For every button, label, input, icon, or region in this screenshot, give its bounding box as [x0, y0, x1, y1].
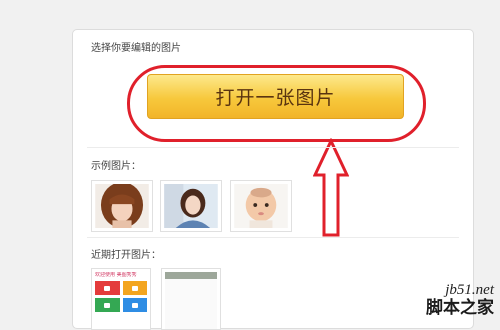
girl-portrait-image	[164, 184, 218, 228]
app-tile-icon	[95, 281, 120, 295]
select-image-label: 选择你要编辑的图片	[91, 43, 181, 54]
divider	[87, 237, 459, 238]
app-tile-grid	[95, 281, 147, 312]
example-thumbnail-3[interactable]	[230, 180, 292, 232]
woman-portrait-image	[95, 184, 149, 228]
example-thumbnail-2[interactable]	[160, 180, 222, 232]
recent-image-blank	[165, 279, 217, 329]
recent-image-header-bar	[165, 272, 217, 279]
examples-label: 示例图片：	[91, 161, 141, 172]
app-tile-icon	[122, 298, 147, 312]
divider	[87, 147, 459, 148]
example-thumbnail-1[interactable]	[91, 180, 153, 232]
app-tile-icon	[122, 281, 147, 295]
recent-image-caption: 欢迎使用 美图秀秀	[95, 272, 137, 278]
red-up-arrow-icon	[313, 138, 349, 237]
baby-portrait-image	[234, 184, 288, 228]
image-editor-panel: 选择你要编辑的图片 打开一张图片 示例图片： 近期打开图片： 欢迎使用 美图秀秀	[72, 29, 474, 330]
recent-images-label: 近期打开图片：	[91, 250, 161, 261]
open-image-button[interactable]: 打开一张图片	[147, 74, 404, 119]
app-tile-icon	[95, 298, 120, 312]
